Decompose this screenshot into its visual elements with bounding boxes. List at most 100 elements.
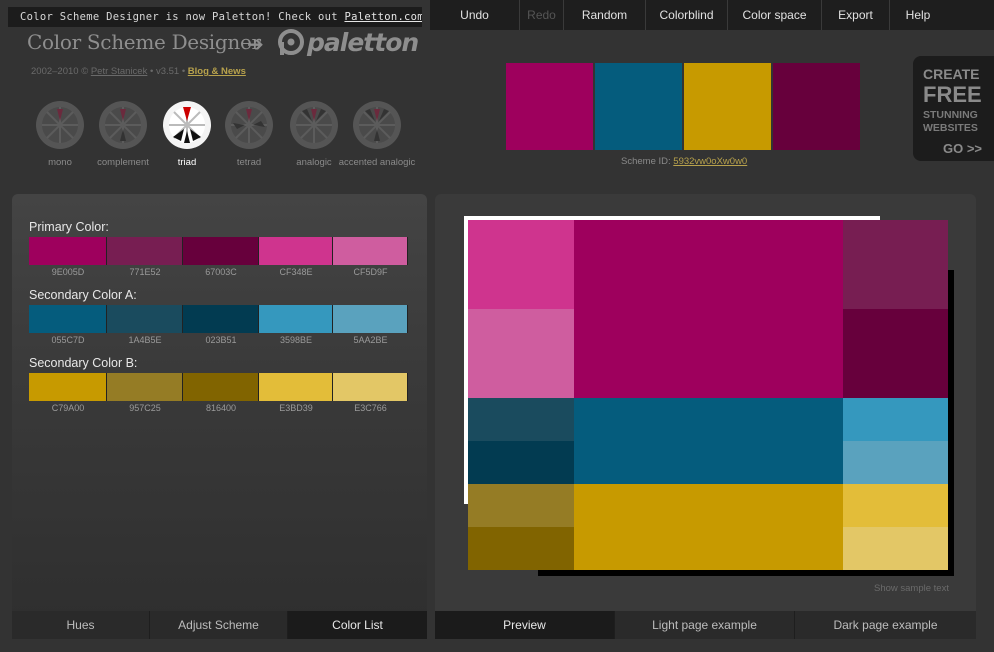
tab-adjust-scheme[interactable]: Adjust Scheme [150,611,288,639]
color-swatch[interactable] [333,305,408,333]
byline-version: • v3.51 • [147,66,188,77]
color-hex-code[interactable]: E3C766 [333,403,408,413]
color-swatch[interactable] [107,305,183,333]
analogic-wheel-icon [296,107,332,143]
preview-block-b-muted [468,484,574,527]
color-swatch[interactable] [183,237,259,265]
secondary-a-row [29,305,408,333]
preview-block-b-main [574,484,843,570]
color-swatch[interactable] [29,305,107,333]
scheme-swatch-secondary-b[interactable] [684,63,771,150]
tetrad-wheel-icon [231,107,267,143]
random-button[interactable]: Random [564,0,646,30]
preview-block-primary-main [574,220,843,398]
color-swatch[interactable] [107,373,183,401]
accented-analogic-wheel-icon [359,107,395,143]
mono-wheel-icon [42,107,78,143]
colorblind-button[interactable]: Colorblind [646,0,728,30]
scheme-accented-analogic-wheel[interactable] [353,101,401,149]
color-swatch[interactable] [107,237,183,265]
color-swatch[interactable] [29,237,107,265]
ad-line1: CREATE [923,66,980,82]
preview-block-primary-muted [843,220,948,309]
help-button[interactable]: Help [890,0,946,30]
tab-dark-page-example[interactable]: Dark page example [795,611,976,639]
scheme-swatch-primary[interactable] [506,63,593,150]
color-hex-code[interactable]: 816400 [183,403,259,413]
scheme-tetrad-wheel[interactable] [225,101,273,149]
color-space-button[interactable]: Color space [728,0,822,30]
color-hex-code[interactable]: 3598BE [259,335,333,345]
triad-wheel-icon [169,107,205,143]
arrow-icon: ➔ [247,34,264,56]
preview-block-b-dark [468,527,574,570]
export-button[interactable]: Export [822,0,890,30]
redo-button[interactable]: Redo [520,0,564,30]
color-hex-code[interactable]: 67003C [183,267,259,277]
color-list-panel: Primary Color: 9E005D 771E52 67003C CF348E C… [12,194,427,639]
preview-block-a-dark [468,441,574,484]
tab-color-list[interactable]: Color List [288,611,427,639]
tab-hues[interactable]: Hues [12,611,150,639]
show-sample-text-link[interactable]: Show sample text [874,583,949,594]
scheme-complement-wheel[interactable] [99,101,147,149]
secondary-a-hex-row: 055C7D 1A4B5E 023B51 3598BE 5AA2BE [29,335,408,345]
create-free-websites-ad[interactable]: CREATE FREE STUNNING WEBSITES GO >> [913,56,994,161]
color-swatch[interactable] [259,237,333,265]
preview-block-b-lighter [843,527,948,570]
color-hex-code[interactable]: 9E005D [29,267,107,277]
color-swatch[interactable] [183,373,259,401]
ad-line2: FREE [923,82,982,107]
scheme-id-link[interactable]: 5932vw0oXw0w0 [673,156,747,167]
color-hex-code[interactable]: 957C25 [107,403,183,413]
scheme-id: Scheme ID: 5932vw0oXw0w0 [621,156,747,167]
app-title: Color Scheme Designer [27,30,261,54]
secondary-b-title: Secondary Color B: [29,356,138,370]
tab-preview[interactable]: Preview [435,611,615,639]
color-hex-code[interactable]: E3BD39 [259,403,333,413]
undo-button[interactable]: Undo [430,0,520,30]
color-swatch[interactable] [183,305,259,333]
color-hex-code[interactable]: 055C7D [29,335,107,345]
primary-hex-row: 9E005D 771E52 67003C CF348E CF5D9F [29,267,408,277]
scheme-triad-wheel[interactable] [163,101,211,149]
color-swatch[interactable] [333,373,408,401]
primary-color-title: Primary Color: [29,220,109,234]
scheme-accented-analogic-label: accented analogic [338,157,416,168]
secondary-b-row [29,373,408,401]
paletton-link[interactable]: Paletton.com [344,11,422,23]
banner-text: Color Scheme Designer is now Paletton! C… [20,11,345,23]
color-hex-code[interactable]: 1A4B5E [107,335,183,345]
scheme-swatch-complement[interactable] [773,63,860,150]
scheme-mono-wheel[interactable] [36,101,84,149]
preview-block-a-muted [468,398,574,441]
color-swatch[interactable] [29,373,107,401]
color-swatch[interactable] [259,373,333,401]
color-hex-code[interactable]: C79A00 [29,403,107,413]
scheme-swatch-secondary-a[interactable] [595,63,682,150]
blog-news-link[interactable]: Blog & News [188,66,246,77]
scheme-analogic-wheel[interactable] [290,101,338,149]
preview-block-a-lighter [843,441,948,484]
color-hex-code[interactable]: 5AA2BE [333,335,408,345]
preview-block-b-light [843,484,948,527]
tab-light-page-example[interactable]: Light page example [615,611,795,639]
color-swatch[interactable] [259,305,333,333]
color-hex-code[interactable]: CF5D9F [333,267,408,277]
preview-block-primary-dark [843,309,948,398]
secondary-b-hex-row: C79A00 957C25 816400 E3BD39 E3C766 [29,403,408,413]
author-link[interactable]: Petr Stanicek [91,66,148,77]
paletton-banner: Color Scheme Designer is now Paletton! C… [8,7,422,27]
left-tabs: Hues Adjust Scheme Color List [12,611,427,639]
byline-years: 2002–2010 © [31,66,91,77]
ad-go-button[interactable]: GO >> [943,141,982,156]
paletton-logo[interactable]: paletton [277,27,419,57]
preview-block-a-main [574,398,843,484]
color-hex-code[interactable]: 771E52 [107,267,183,277]
paletton-logo-icon [278,29,304,55]
preview-block-a-light [843,398,948,441]
color-swatch[interactable] [333,237,408,265]
color-hex-code[interactable]: 023B51 [183,335,259,345]
color-hex-code[interactable]: CF348E [259,267,333,277]
primary-color-row [29,237,408,265]
